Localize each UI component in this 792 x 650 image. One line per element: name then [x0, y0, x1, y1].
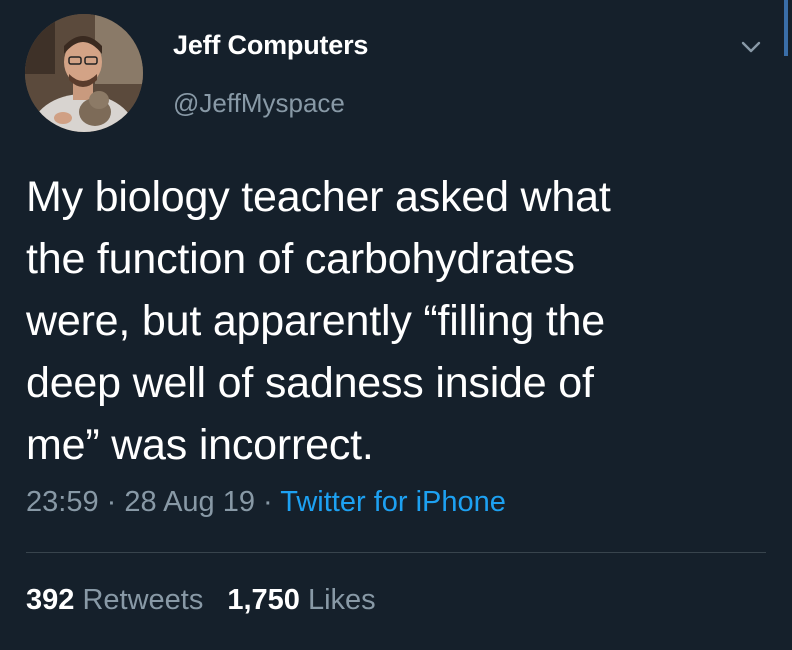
- user-handle[interactable]: @JeffMyspace: [173, 88, 345, 119]
- tweet-text: My biology teacher asked what the functi…: [26, 166, 766, 476]
- likes-count: 1,750: [227, 584, 300, 616]
- avatar-image: [25, 14, 143, 132]
- tweet-meta: 23:59 · 28 Aug 19 · Twitter for iPhone: [26, 486, 506, 519]
- tweet-text-line: My biology teacher asked what: [26, 173, 611, 221]
- retweets-count: 392: [26, 584, 75, 616]
- tweet-text-line: were, but apparently “filling the: [26, 297, 606, 345]
- tweet-text-line: me” was incorrect.: [26, 421, 374, 469]
- tweet-source-link[interactable]: Twitter for iPhone: [280, 486, 506, 518]
- display-name[interactable]: Jeff Computers: [173, 30, 368, 61]
- likes-stat[interactable]: 1,750 Likes: [227, 584, 375, 616]
- likes-label: Likes: [299, 584, 376, 616]
- tweet-date[interactable]: 28 Aug 19: [124, 486, 255, 518]
- meta-separator: ·: [98, 486, 125, 518]
- divider: [26, 552, 766, 553]
- retweets-stat[interactable]: 392 Retweets: [26, 584, 203, 616]
- meta-separator: ·: [255, 486, 281, 518]
- tweet-stats: 392 Retweets 1,750 Likes: [26, 584, 376, 617]
- tweet-card: Jeff Computers @JeffMyspace My biology t…: [0, 0, 792, 650]
- retweets-label: Retweets: [74, 584, 204, 616]
- chevron-down-icon[interactable]: [738, 36, 764, 58]
- avatar[interactable]: [25, 14, 143, 132]
- tweet-text-line: the function of carbohydrates: [26, 235, 575, 283]
- scroll-indicator: [784, 0, 788, 56]
- tweet-text-line: deep well of sadness inside of: [26, 359, 594, 407]
- tweet-time[interactable]: 23:59: [26, 486, 99, 518]
